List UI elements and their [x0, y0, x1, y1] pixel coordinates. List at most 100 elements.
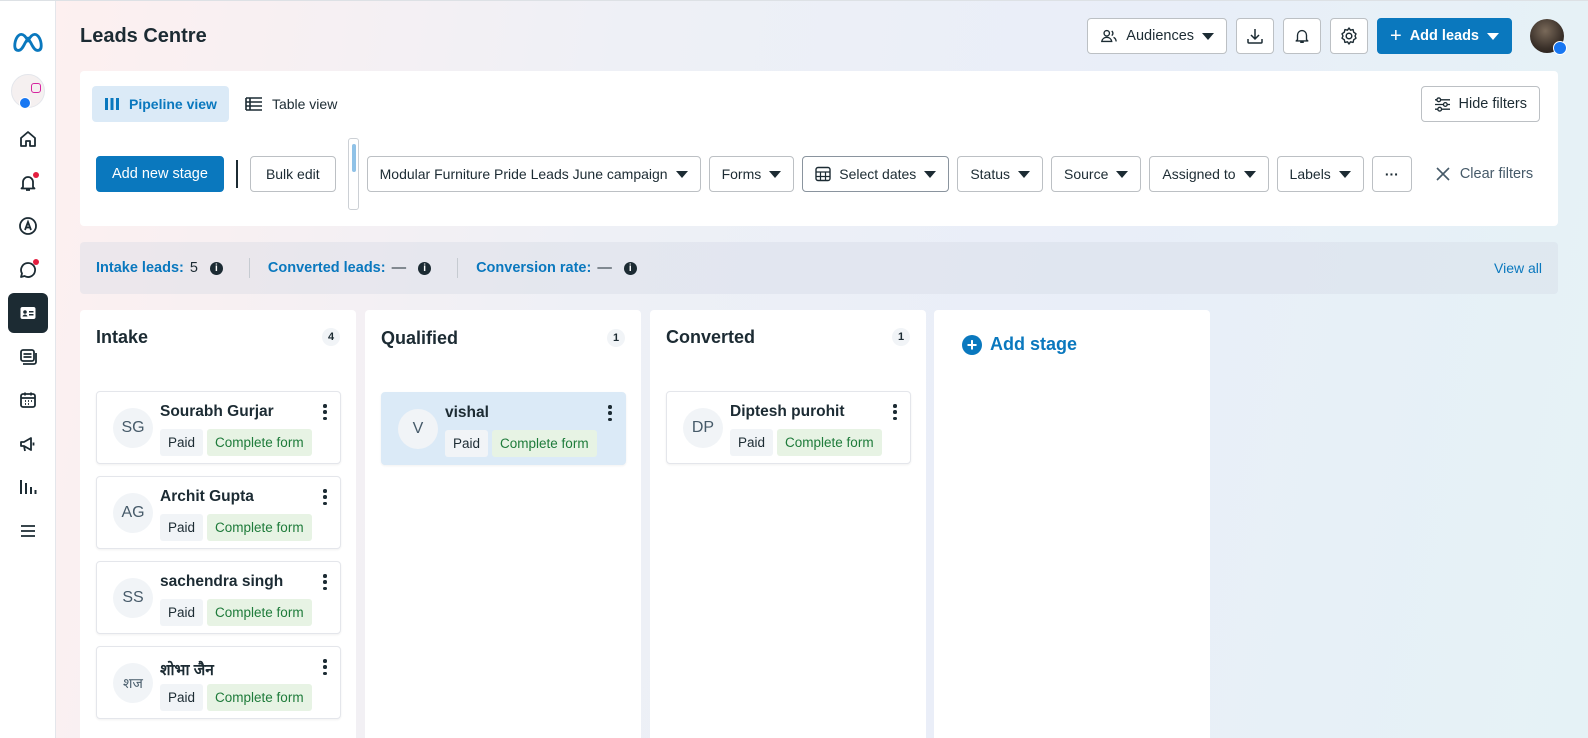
info-icon[interactable]: i: [418, 261, 432, 275]
info-icon[interactable]: i: [209, 261, 223, 275]
divider: [235, 160, 238, 188]
lead-card[interactable]: DP Diptesh purohit Paid Complete form: [666, 391, 911, 464]
gear-icon: [1341, 27, 1357, 45]
download-button[interactable]: [1236, 18, 1275, 54]
lead-card[interactable]: AG Archit Gupta Paid Complete form: [96, 476, 341, 549]
lead-name: Archit Gupta: [160, 488, 254, 505]
sidebar-item-ads[interactable]: [8, 206, 48, 246]
audiences-label: Audiences: [1126, 28, 1195, 44]
hide-filters-label: Hide filters: [1458, 96, 1528, 112]
sidebar-item-planner[interactable]: [8, 380, 48, 420]
user-avatar[interactable]: [1530, 19, 1567, 55]
sidebar-item-campaigns[interactable]: [8, 424, 48, 464]
meta-logo-icon[interactable]: [8, 19, 48, 63]
column-title: Converted: [666, 326, 756, 347]
hide-filters-button[interactable]: Hide filters: [1420, 86, 1540, 122]
status-filter-label: Status: [970, 166, 1011, 182]
lead-card[interactable]: SS sachendra singh Paid Complete form: [96, 561, 341, 634]
sidebar-item-menu[interactable]: [8, 511, 48, 551]
stats-bar: Intake leads: 5 i Converted leads: — i C…: [80, 242, 1558, 294]
paid-tag: Paid: [730, 429, 774, 456]
chevron-down-icon: [1243, 170, 1256, 178]
clear-filters-button[interactable]: Clear filters: [1436, 166, 1533, 182]
sidebar-item-insights[interactable]: [8, 467, 48, 507]
sidebar-item-content[interactable]: [8, 337, 48, 377]
header-actions: Audiences + Add leads: [1087, 18, 1567, 55]
paid-tag: Paid: [160, 514, 204, 541]
sliders-icon: [1434, 96, 1450, 112]
chevron-down-icon: [924, 170, 937, 178]
filter-scroll-handle[interactable]: [347, 138, 359, 210]
lead-card[interactable]: SG Sourabh Gurjar Paid Complete form: [96, 391, 341, 464]
table-view-tab[interactable]: Table view: [233, 86, 349, 122]
select-dates-dropdown[interactable]: Select dates: [802, 156, 950, 192]
leads-centre-icon: [20, 307, 35, 319]
sidebar-item-home[interactable]: [8, 119, 48, 159]
table-icon: [245, 97, 262, 111]
home-icon: [19, 131, 36, 147]
notification-dot: [32, 171, 39, 178]
more-options-icon[interactable]: [322, 404, 328, 420]
more-options-icon[interactable]: [322, 659, 328, 675]
divider: [248, 258, 250, 278]
avatar: SG: [113, 408, 153, 448]
info-icon[interactable]: i: [623, 261, 637, 275]
complete-form-tag: Complete form: [492, 430, 597, 457]
avatar: AG: [113, 493, 153, 533]
pipeline-view-tab[interactable]: Pipeline view: [92, 86, 229, 122]
paid-tag: Paid: [160, 599, 204, 626]
sidebar-item-leads-centre[interactable]: [7, 293, 48, 333]
more-options-icon[interactable]: [607, 405, 613, 421]
column-title: Intake: [96, 326, 149, 347]
calendar-grid-icon: [815, 166, 831, 182]
divider: [457, 258, 459, 278]
ads-manager-icon: [18, 217, 37, 235]
sidebar-item-notifications[interactable]: [8, 163, 48, 203]
view-all-link[interactable]: View all: [1494, 260, 1542, 276]
intake-leads-value: 5: [189, 260, 198, 276]
page-header: Leads Centre Audiences + Add leads: [56, 1, 1588, 71]
add-new-stage-button[interactable]: Add new stage: [96, 156, 224, 192]
sidebar-item-messages[interactable]: [8, 250, 48, 290]
clear-filters-label: Clear filters: [1459, 166, 1534, 182]
lead-name: sachendra singh: [160, 573, 284, 590]
status-filter-dropdown[interactable]: Status: [957, 156, 1044, 192]
add-stage-label: Add stage: [990, 334, 1078, 354]
column-count-badge: 1: [607, 329, 625, 347]
campaign-filter-dropdown[interactable]: Modular Furniture Pride Leads June campa…: [366, 156, 701, 192]
filter-row: Add new stage Bulk edit Modular Furnitur…: [96, 138, 1533, 210]
more-options-icon[interactable]: [892, 404, 898, 420]
campaigns-icon: [19, 436, 34, 451]
select-dates-label: Select dates: [839, 166, 917, 182]
forms-filter-dropdown[interactable]: Forms: [708, 156, 795, 192]
audiences-button[interactable]: Audiences: [1087, 18, 1228, 54]
complete-form-tag: Complete form: [207, 429, 312, 456]
stage-column-intake: Intake 4 SG Sourabh Gurjar Paid Complete…: [80, 310, 356, 738]
labels-filter-dropdown[interactable]: Labels: [1276, 156, 1364, 192]
more-options-icon[interactable]: [322, 489, 328, 505]
lead-name: Diptesh purohit: [730, 403, 845, 420]
plus-icon: +: [1390, 25, 1402, 47]
main-content: Leads Centre Audiences + Add leads Pipel…: [56, 1, 1588, 738]
assigned-to-filter-dropdown[interactable]: Assigned to: [1149, 156, 1269, 192]
bulk-edit-button[interactable]: Bulk edit: [249, 156, 336, 192]
add-leads-button[interactable]: + Add leads: [1377, 18, 1512, 54]
converted-leads-value: —: [391, 260, 407, 276]
bell-icon: [1295, 29, 1309, 43]
notifications-button[interactable]: [1283, 18, 1322, 54]
source-filter-label: Source: [1064, 166, 1109, 182]
lead-card[interactable]: शज शोभा जैन Paid Complete form: [96, 646, 341, 719]
lead-tags: Paid Complete form: [160, 684, 312, 711]
account-switcher[interactable]: [8, 69, 48, 113]
add-stage-button[interactable]: + Add stage: [962, 334, 1194, 355]
more-filters-button[interactable]: ···: [1371, 156, 1412, 192]
lead-card[interactable]: V vishal Paid Complete form: [381, 392, 626, 465]
avatar: शज: [113, 663, 153, 703]
settings-button[interactable]: [1330, 18, 1369, 54]
source-filter-dropdown[interactable]: Source: [1051, 156, 1142, 192]
conversion-rate-stat: Conversion rate: — i: [476, 260, 637, 276]
paid-tag: Paid: [445, 430, 489, 457]
complete-form-tag: Complete form: [207, 684, 312, 711]
chevron-down-icon: [1338, 170, 1351, 178]
more-options-icon[interactable]: [322, 574, 328, 590]
